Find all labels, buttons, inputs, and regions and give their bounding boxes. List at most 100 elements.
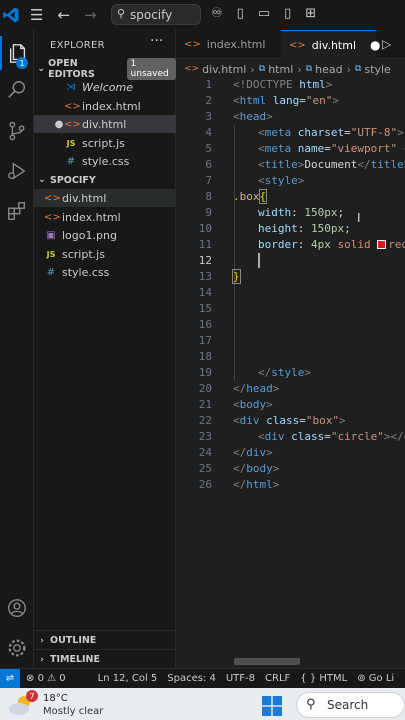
js-icon: JS [66,138,76,148]
spocify-folder-section[interactable]: ⌄ SPOCIFY [34,170,176,190]
explorer-title: EXPLORER [50,40,105,51]
line-number: 1 [205,78,212,91]
menu-icon[interactable]: ☰ [30,6,43,24]
code-line-6: <title>Document</title> [258,158,405,171]
html-icon: <> [64,100,81,112]
code-line-21: <body> [233,398,273,411]
source-control-icon [9,121,25,141]
windows-start-icon[interactable] [262,696,282,716]
extensions-icon [8,202,26,220]
open-editors-label: OPEN EDITORS [48,58,95,80]
code-editor[interactable]: 1 2 3 4 5 6 7 8 9 10 11 12 13 14 15 16 1… [176,77,405,657]
taskbar-search-label: Search [327,698,369,712]
more-actions-icon[interactable]: ··· [150,33,163,49]
search-activity-button[interactable] [0,73,34,107]
open-editor-index-html[interactable]: <> index.html [34,97,176,115]
back-arrow-icon[interactable]: ← [57,6,70,24]
code-line-3: <head> [233,110,273,123]
modified-dot[interactable]: ● [54,119,64,130]
go-live-button[interactable]: ⊚ Go Li [357,673,394,684]
cursor-position[interactable]: Ln 12, Col 5 [98,673,158,684]
chevron-right-icon: › [40,654,44,665]
taskbar-search[interactable]: ⚲ Search [296,692,405,718]
line-number: 21 [198,398,212,411]
manage-activity-button[interactable] [0,631,34,665]
line-number: 24 [198,446,212,459]
indentation[interactable]: Spaces: 4 [167,673,216,684]
toggle-panel-icon[interactable]: ▭ [258,6,270,21]
code-line-23: <div class="circle"></d [258,430,405,443]
run-debug-activity-button[interactable] [0,154,34,188]
command-center-search[interactable]: ⚲ spocify [111,4,201,25]
file-index-html[interactable]: <> index.html [34,208,176,226]
open-editor-script-js[interactable]: JS script.js [34,134,176,152]
timeline-label: TIMELINE [50,654,100,665]
unsaved-dot[interactable]: ● [370,38,380,52]
chevron-right-icon: › [250,62,255,76]
file-div-html[interactable]: <> div.html [34,189,176,207]
file-style-css[interactable]: # style.css [34,263,176,281]
file-label: div.html [62,191,107,205]
copilot-icon[interactable]: ♾ [211,6,223,21]
toggle-primary-sidebar-icon[interactable]: ▯ [237,6,244,21]
remote-icon[interactable]: ⇌ [0,668,20,689]
breadcrumb-item[interactable]: head [315,63,342,76]
html-icon: <> [184,64,200,74]
accounts-activity-button[interactable] [0,591,34,625]
encoding[interactable]: UTF-8 [226,673,255,684]
line-number: 15 [198,302,212,315]
line-number: 14 [198,286,212,299]
js-icon: JS [46,249,56,259]
explorer-sidebar: EXPLORER ··· ⌄ OPEN EDITORS 1 unsaved ⋊ … [34,30,176,668]
breadcrumb-item[interactable]: div.html [202,63,246,76]
run-icon[interactable]: ▷ [382,37,391,51]
activity-bar: 1 [0,30,34,668]
braces-icon: { } [300,673,317,684]
outline-section[interactable]: › OUTLINE [34,630,176,650]
horizontal-scrollbar[interactable] [234,658,300,665]
language-mode[interactable]: { } HTML [300,673,347,684]
line-ending[interactable]: CRLF [265,673,290,684]
tab-div-html[interactable]: <> div.html ● [281,30,381,59]
unsaved-badge: 1 unsaved [126,58,176,80]
code-line-11: border: 4px solid red [258,238,405,251]
tab-index-html[interactable]: <> index.html [176,30,281,59]
extensions-activity-button[interactable] [0,194,34,228]
file-logo1-png[interactable]: ▣ logo1.png [34,226,176,244]
timeline-section[interactable]: › TIMELINE [34,649,176,669]
chevron-down-icon: ⌄ [38,175,46,185]
problems-indicator[interactable]: ⊗ 0 ⚠ 0 [26,673,66,684]
explorer-activity-button[interactable]: 1 [0,36,34,70]
code-line-4: <meta charset="UTF-8"> [258,126,404,139]
open-editors-section[interactable]: ⌄ OPEN EDITORS 1 unsaved [34,58,176,80]
color-swatch[interactable] [377,240,387,249]
line-number: 12 [198,254,212,267]
breadcrumb-item[interactable]: html [268,63,293,76]
file-script-js[interactable]: JS script.js [34,245,176,263]
forward-arrow-icon[interactable]: → [84,6,97,24]
indent-guide [234,125,235,381]
open-editor-div-html[interactable]: ● <> div.html [34,115,176,133]
image-icon: ▣ [46,229,56,241]
toggle-secondary-sidebar-icon[interactable]: ▯ [284,6,291,21]
search-icon [8,81,26,98]
line-number: 18 [198,350,212,363]
error-icon: ⊗ [26,673,35,684]
open-editor-label: script.js [82,136,125,150]
breadcrumb: <> div.html › ⧉ html › ⧉ head › ⧉ style [176,59,405,79]
line-number: 19 [198,366,212,379]
line-number: 16 [198,318,212,331]
chevron-right-icon: › [40,635,44,646]
code-line-10: height: 150px; [258,222,351,235]
file-label: style.css [62,265,110,279]
code-line-9: width: 150px; [258,206,345,219]
open-editor-label: Welcome [82,80,133,94]
windows-taskbar: 7 18°C Mostly clear ⚲ Search [0,688,405,720]
vscode-logo-icon [3,7,19,23]
open-editor-welcome[interactable]: ⋊ Welcome [34,78,176,96]
source-control-activity-button[interactable] [0,114,34,148]
html-icon: <> [44,211,61,223]
breadcrumb-item[interactable]: style [364,63,390,76]
customize-layout-icon[interactable]: ⊞ [305,6,316,21]
open-editor-style-css[interactable]: # style.css [34,152,176,170]
